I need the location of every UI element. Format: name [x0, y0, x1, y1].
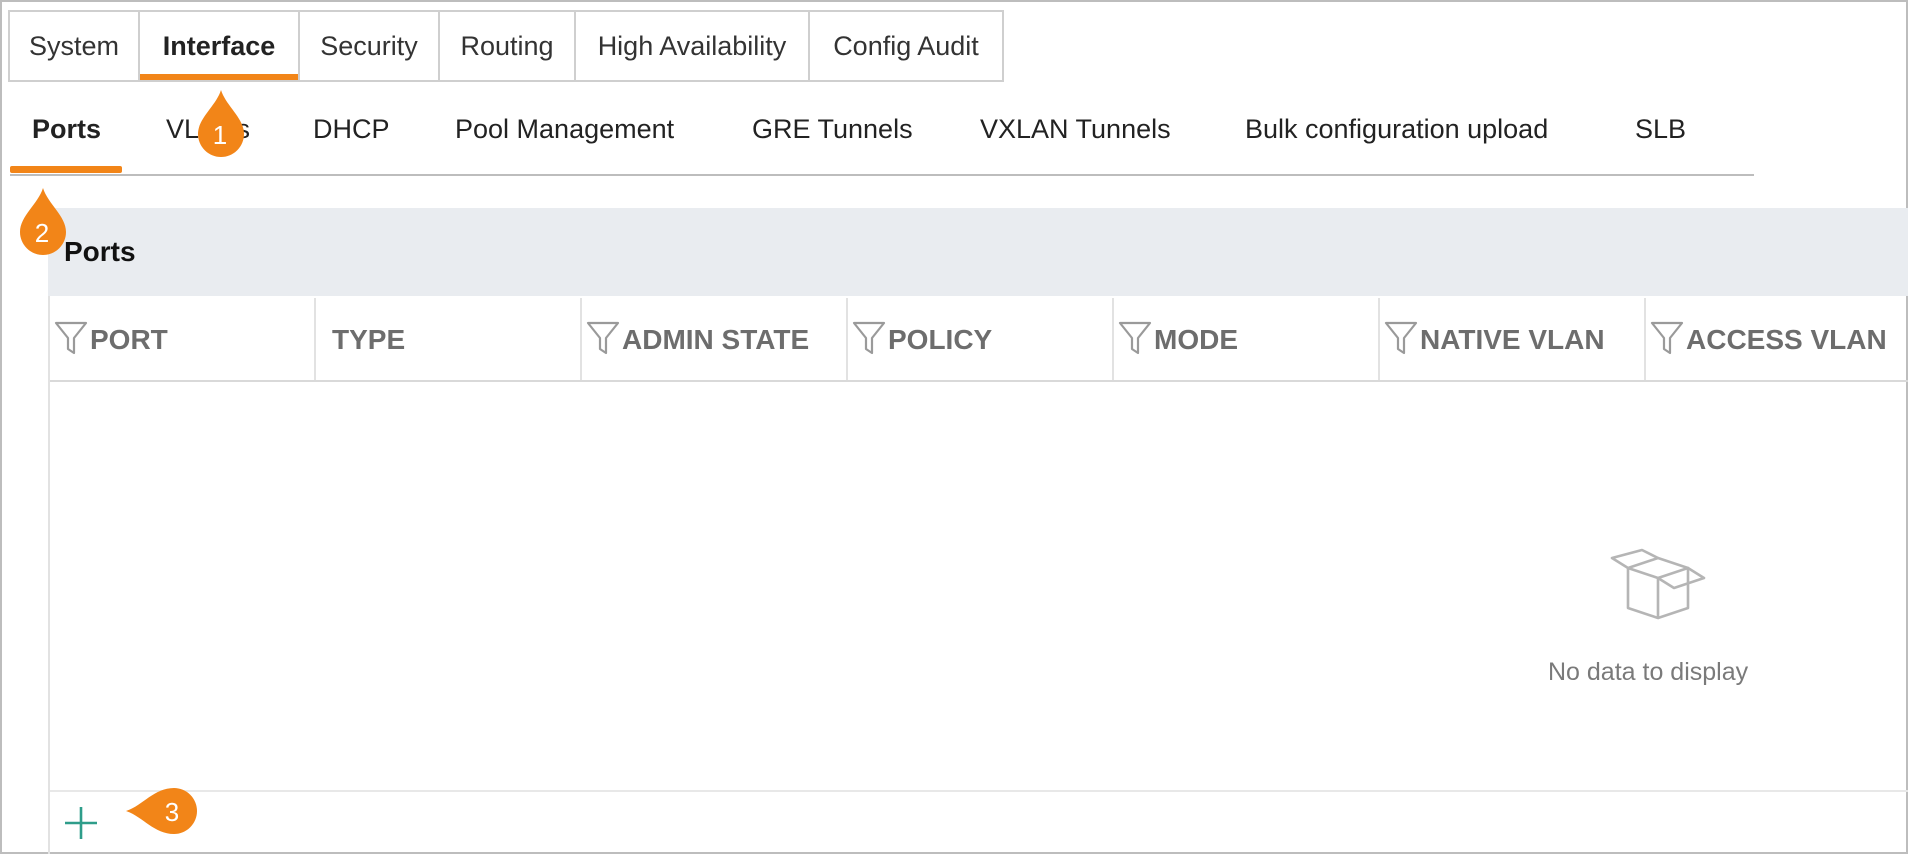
subtab-divider — [10, 174, 1754, 176]
tab-system[interactable]: System — [10, 12, 140, 80]
panel-header: Ports — [48, 208, 1908, 296]
callout-number: 1 — [212, 120, 228, 150]
empty-box-icon — [1610, 548, 1706, 620]
column-mode[interactable]: MODE — [1114, 298, 1380, 380]
callout-number: 3 — [164, 797, 180, 827]
sub-tab-bar: Ports VLANs DHCP Pool Management GRE Tun… — [10, 100, 1754, 176]
tab-security[interactable]: Security — [300, 12, 440, 80]
filter-icon[interactable] — [1118, 320, 1152, 356]
tab-interface[interactable]: Interface — [140, 12, 300, 80]
column-label: NATIVE VLAN — [1420, 324, 1605, 355]
column-native-vlan[interactable]: NATIVE VLAN — [1380, 298, 1646, 380]
filter-icon[interactable] — [586, 320, 620, 356]
subtab-ports[interactable]: Ports — [32, 114, 101, 145]
column-policy[interactable]: POLICY — [848, 298, 1114, 380]
subtab-slb[interactable]: SLB — [1635, 114, 1686, 145]
active-subtab-indicator — [10, 166, 122, 173]
panel-title: Ports — [64, 236, 136, 267]
tab-label: Security — [320, 30, 418, 61]
column-access-vlan[interactable]: ACCESS VLAN — [1646, 298, 1908, 380]
subtab-bulk-configuration-upload[interactable]: Bulk configuration upload — [1245, 114, 1548, 145]
table-header: PORT TYPE ADMIN STATE POLICY MODE NATIVE… — [50, 298, 1908, 382]
filter-icon[interactable] — [1384, 320, 1418, 356]
subtab-gre-tunnels[interactable]: GRE Tunnels — [752, 114, 913, 145]
tab-high-availability[interactable]: High Availability — [576, 12, 810, 80]
tab-label: Config Audit — [833, 30, 979, 61]
column-label: ADMIN STATE — [622, 324, 810, 355]
filter-icon[interactable] — [852, 320, 886, 356]
subtab-vxlan-tunnels[interactable]: VXLAN Tunnels — [980, 114, 1171, 145]
subtab-pool-management[interactable]: Pool Management — [455, 114, 674, 145]
column-label: MODE — [1154, 324, 1238, 355]
column-label: POLICY — [888, 324, 993, 355]
tab-label: High Availability — [597, 30, 787, 61]
column-label: TYPE — [332, 324, 406, 355]
tab-label: System — [28, 30, 120, 61]
tab-config-audit[interactable]: Config Audit — [810, 12, 1002, 80]
top-tab-bar: System Interface Security Routing High A… — [8, 10, 1004, 82]
tab-routing[interactable]: Routing — [440, 12, 576, 80]
subtab-dhcp[interactable]: DHCP — [313, 114, 390, 145]
filter-icon[interactable] — [54, 320, 88, 356]
callout-number: 2 — [34, 218, 50, 248]
column-port[interactable]: PORT — [50, 298, 316, 380]
table-footer-divider — [50, 790, 1908, 792]
column-type[interactable]: TYPE — [316, 298, 582, 380]
tab-label: Interface — [162, 30, 276, 61]
empty-state-text: No data to display — [1548, 658, 1749, 686]
column-admin-state[interactable]: ADMIN STATE — [582, 298, 848, 380]
column-label: ACCESS VLAN — [1686, 324, 1887, 355]
tab-label: Routing — [460, 30, 554, 61]
add-icon[interactable] — [62, 804, 100, 842]
column-label: PORT — [90, 324, 168, 355]
filter-icon[interactable] — [1650, 320, 1684, 356]
